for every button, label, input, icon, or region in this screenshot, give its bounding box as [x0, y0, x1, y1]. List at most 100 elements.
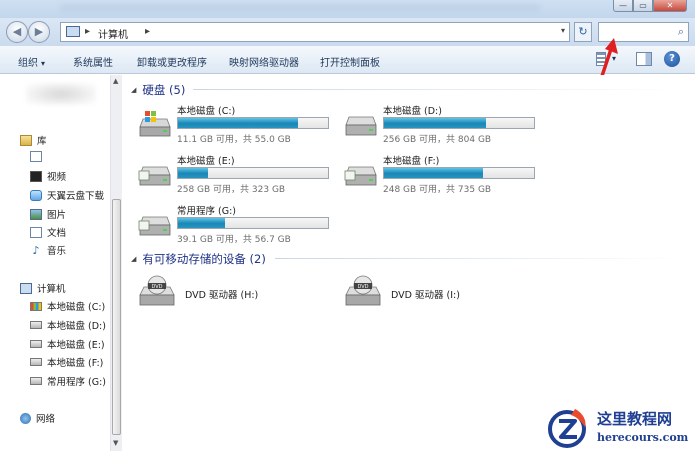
breadcrumb-separator[interactable]: ▸ — [145, 26, 150, 37]
drive-e[interactable]: 本地磁盘 (E:) 258 GB 可用，共 323 GB — [137, 153, 337, 199]
drive-name: 本地磁盘 (E:) — [177, 156, 235, 167]
close-button[interactable]: ✕ — [653, 0, 687, 12]
collapse-icon: ◢ — [131, 86, 137, 94]
sidebar-item-label: 天翼云盘下载 — [47, 191, 105, 202]
sidebar-item-drive-c[interactable]: 本地磁盘 (C:) — [30, 299, 105, 313]
command-toolbar: 组织 ▾ 系统属性 卸载或更改程序 映射网络驱动器 打开控制面板 ▾ ? — [0, 46, 695, 74]
group-divider — [275, 258, 683, 259]
sidebar-item-label: 本地磁盘 (E:) — [47, 340, 105, 351]
drive-c[interactable]: 本地磁盘 (C:) 11.1 GB 可用，共 55.0 GB — [137, 103, 337, 149]
chevron-down-icon: ▾ — [41, 59, 46, 68]
sidebar-item-label: 音乐 — [47, 246, 67, 257]
svg-text:DVD: DVD — [357, 284, 368, 290]
refresh-button[interactable]: ↻ — [574, 22, 592, 42]
sidebar-item-computer[interactable]: 计算机 — [20, 281, 66, 295]
drive-capacity: 258 GB 可用，共 323 GB — [177, 185, 286, 195]
sidebar-item-label: 本地磁盘 (C:) — [47, 302, 106, 313]
drive-capacity: 11.1 GB 可用，共 55.0 GB — [177, 135, 291, 145]
removable-group-header[interactable]: ◢ 有可移动存储的设备 (2) — [131, 251, 266, 267]
scroll-thumb[interactable] — [112, 199, 121, 435]
video-icon — [30, 170, 42, 182]
preview-pane-icon[interactable] — [636, 52, 652, 66]
sidebar-item-videos[interactable]: 视频 — [30, 169, 66, 183]
dvd-drive-i[interactable]: DVD DVD 驱动器 (I:) — [343, 275, 543, 309]
system-properties-button[interactable]: 系统属性 — [73, 54, 113, 69]
sidebar-item-label: 常用程序 (G:) — [47, 377, 106, 388]
drive-usage-bar — [177, 167, 329, 179]
drive-name: 本地磁盘 (D:) — [383, 106, 442, 117]
window-titlebar: — ▭ ✕ — [0, 0, 695, 18]
drive-icon — [30, 321, 42, 329]
sidebar-item-label: 库 — [37, 136, 47, 147]
sidebar-item-drive-f[interactable]: 本地磁盘 (F:) — [30, 355, 103, 369]
uninstall-program-button[interactable]: 卸载或更改程序 — [137, 54, 207, 69]
help-icon[interactable]: ? — [664, 51, 680, 67]
sidebar-item-lib-doc[interactable] — [30, 151, 47, 162]
sidebar-item-pictures[interactable]: 图片 — [30, 207, 66, 221]
hard-disks-group-header[interactable]: ◢ 硬盘 (5) — [131, 82, 185, 98]
scroll-down-icon[interactable]: ▼ — [113, 439, 118, 447]
sidebar-item-drive-d[interactable]: 本地磁盘 (D:) — [30, 318, 106, 332]
computer-icon — [20, 282, 32, 294]
scroll-up-icon[interactable]: ▲ — [113, 77, 118, 85]
sidebar-item-drive-g[interactable]: 常用程序 (G:) — [30, 374, 106, 388]
drive-icon — [30, 358, 42, 366]
sidebar-item-label: 视频 — [47, 172, 67, 183]
drive-usage-fill — [384, 168, 483, 178]
drive-icon — [138, 166, 171, 186]
sidebar-item-documents[interactable]: 文档 — [30, 225, 66, 239]
drive-name: 本地磁盘 (C:) — [177, 106, 236, 117]
sidebar-scrollbar[interactable]: ▲ ▼ — [110, 75, 122, 451]
open-control-panel-button[interactable]: 打开控制面板 — [320, 54, 380, 69]
watermark-url: herecours.com — [597, 431, 689, 444]
forward-button[interactable]: ▶ — [28, 21, 50, 43]
drive-f[interactable]: 本地磁盘 (F:) 248 GB 可用，共 735 GB — [343, 153, 543, 199]
drive-icon — [30, 377, 42, 385]
windows-drive-icon — [30, 301, 42, 311]
window-controls: — ▭ ✕ — [613, 0, 687, 12]
sidebar-item-network[interactable]: 网络 — [20, 411, 55, 425]
drive-capacity: 39.1 GB 可用，共 56.7 GB — [177, 235, 291, 245]
svg-text:DVD: DVD — [151, 284, 162, 290]
drive-usage-fill — [178, 218, 225, 228]
maximize-button[interactable]: ▭ — [633, 0, 653, 12]
document-icon — [30, 226, 42, 238]
drive-icon — [345, 116, 377, 136]
back-button[interactable]: ◀ — [6, 21, 28, 43]
sidebar-item-label: 本地磁盘 (F:) — [47, 358, 104, 369]
drive-icon — [138, 216, 171, 236]
sidebar-item-drive-e[interactable]: 本地磁盘 (E:) — [30, 337, 105, 351]
sidebar-item-cloud-downloads[interactable]: 天翼云盘下载 — [30, 188, 104, 202]
sidebar-item-label: 计算机 — [37, 284, 66, 295]
drive-usage-bar — [383, 117, 535, 129]
blurred-favorites — [26, 83, 96, 105]
map-network-drive-button[interactable]: 映射网络驱动器 — [229, 54, 299, 69]
dvd-drive-icon: DVD — [345, 275, 381, 306]
drive-usage-fill — [178, 118, 298, 128]
search-icon[interactable]: ⌕ — [678, 25, 684, 39]
library-icon — [20, 134, 32, 146]
sidebar-item-label: 图片 — [47, 210, 67, 221]
dvd-drive-icon: DVD — [139, 275, 175, 306]
drive-icon — [344, 166, 377, 186]
blurred-title — [60, 4, 540, 12]
music-icon: ♪ — [32, 243, 40, 257]
drive-usage-bar — [383, 167, 535, 179]
address-dropdown-icon[interactable]: ▾ — [561, 26, 565, 35]
sidebar-item-libraries[interactable]: 库 — [20, 133, 47, 147]
network-icon — [20, 412, 31, 424]
drive-usage-bar — [177, 217, 329, 229]
breadcrumb-computer[interactable]: 计算机 — [98, 26, 128, 41]
group-divider — [193, 89, 683, 90]
sidebar-item-label: 本地磁盘 (D:) — [47, 321, 106, 332]
drive-d[interactable]: 本地磁盘 (D:) 256 GB 可用，共 804 GB — [343, 103, 543, 149]
cloud-icon — [30, 189, 42, 201]
minimize-button[interactable]: — — [613, 0, 633, 12]
breadcrumb-separator[interactable]: ▸ — [85, 26, 90, 37]
address-bar[interactable]: ▸ 计算机 ▸ ▾ — [60, 22, 570, 42]
windows-drive-icon — [139, 111, 171, 137]
drive-g[interactable]: 常用程序 (G:) 39.1 GB 可用，共 56.7 GB — [137, 203, 337, 249]
sidebar-item-music[interactable]: ♪ 音乐 — [30, 243, 67, 258]
dvd-drive-h[interactable]: DVD DVD 驱动器 (H:) — [137, 275, 337, 309]
organize-menu[interactable]: 组织 ▾ — [18, 54, 45, 69]
